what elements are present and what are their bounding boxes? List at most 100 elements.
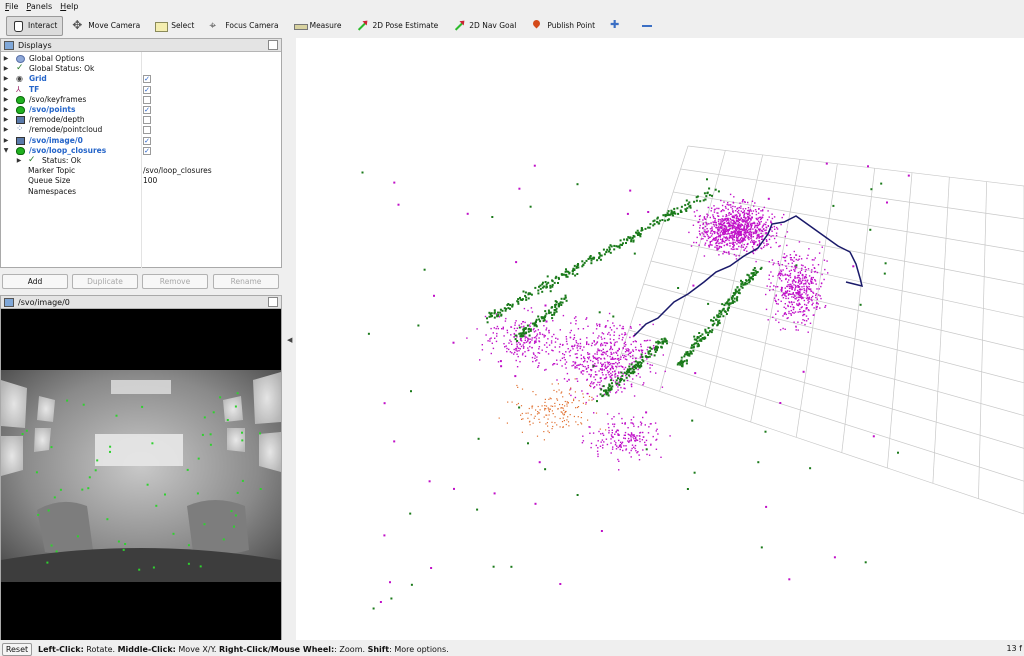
focus-camera-tool-button[interactable]: Focus Camera [203, 16, 284, 36]
publish-point-label: Publish Point [547, 21, 596, 30]
displays-title: Displays [18, 40, 52, 50]
display-row[interactable]: ▶ /svo/points ✓ [1, 105, 281, 115]
display-label: Global Status: Ok [29, 64, 95, 74]
status-key: Shift [367, 644, 390, 654]
display-enable-checkbox[interactable]: ✓ [143, 85, 151, 94]
menu-bar: File Panels Help [0, 0, 1024, 13]
expand-right-icon[interactable]: ▶ [2, 64, 10, 74]
status-key: Left-Click: [38, 644, 84, 654]
property-label: Queue Size [28, 176, 71, 186]
expand-right-icon[interactable]: ▶ [2, 95, 10, 105]
map-pin-icon [531, 20, 543, 32]
duplicate-display-button[interactable]: Duplicate [72, 274, 138, 289]
expand-right-icon[interactable]: ▶ [2, 54, 10, 64]
menu-panels[interactable]: Panels [23, 0, 55, 13]
nav-arrow-icon [453, 20, 465, 32]
marker-icon [16, 95, 25, 104]
add-tool-button[interactable] [604, 16, 632, 36]
display-label: Global Options [29, 54, 85, 63]
expand-right-icon[interactable]: ▶ [2, 74, 10, 84]
property-label: Status: Ok [42, 156, 82, 165]
property-value[interactable]: /svo/loop_closures [143, 166, 212, 176]
display-label: /remode/depth [29, 115, 85, 125]
eye-icon [16, 74, 25, 84]
property-row[interactable]: Queue Size 100 [1, 176, 281, 186]
status-help-text: Left-Click: Rotate. Middle-Click: Move X… [38, 645, 449, 654]
panel-close-button[interactable] [268, 40, 278, 50]
reset-button[interactable]: Reset [2, 642, 32, 656]
status-key: Right-Click/Mouse Wheel: [218, 644, 335, 654]
measure-label: Measure [309, 21, 342, 30]
add-display-button[interactable]: Add [2, 274, 68, 289]
expand-right-icon[interactable]: ▶ [2, 105, 10, 115]
check-icon [16, 63, 25, 73]
image-panel-title: /svo/image/0 [18, 297, 70, 307]
select-label: Select [171, 21, 195, 30]
display-row[interactable]: ▶ /svo/keyframes [1, 95, 281, 105]
publish-point-tool-button[interactable]: Publish Point [525, 16, 601, 36]
monitor-icon [16, 116, 25, 125]
expand-right-icon[interactable]: ▶ [2, 115, 10, 125]
rename-display-button[interactable]: Rename [213, 274, 279, 289]
display-row[interactable]: ▶ TF ✓ [1, 85, 281, 95]
collapse-arrow-icon[interactable]: ◀ [287, 336, 292, 344]
minus-icon [641, 20, 653, 32]
display-enable-checkbox[interactable] [143, 95, 151, 104]
display-enable-checkbox[interactable]: ✓ [143, 146, 151, 155]
property-value[interactable]: 100 [143, 176, 157, 186]
grid-lines [613, 145, 1024, 515]
move-camera-tool-button[interactable]: Move Camera [66, 16, 146, 36]
property-row[interactable]: Namespaces [1, 187, 281, 197]
camera-image-view[interactable] [1, 310, 281, 640]
property-label: Marker Topic [28, 166, 76, 176]
remove-display-button[interactable]: Remove [142, 274, 208, 289]
display-row[interactable]: ▶ /remode/pointcloud [1, 124, 281, 135]
display-enable-checkbox[interactable] [143, 126, 151, 135]
status-bar: Reset Left-Click: Rotate. Middle-Click: … [0, 642, 1024, 656]
display-row[interactable]: ▶ Grid ✓ [1, 74, 281, 84]
display-enable-checkbox[interactable]: ✓ [143, 136, 151, 145]
property-row[interactable]: Marker Topic/svo/loop_closures [1, 166, 281, 176]
display-row[interactable]: ▶ /remode/depth [1, 115, 281, 125]
display-enable-checkbox[interactable] [143, 116, 151, 125]
display-row[interactable]: ▼ /svo/loop_closures ✓ [1, 146, 281, 156]
hand-icon [12, 20, 24, 32]
panel-splitter[interactable]: ◀ [284, 38, 294, 640]
expand-right-icon[interactable]: ▶ [2, 136, 10, 146]
pose-estimate-tool-button[interactable]: 2D Pose Estimate [350, 16, 444, 36]
rviz-window: File Panels Help Interact Move Camera Se… [0, 0, 1024, 656]
measure-icon [293, 20, 308, 32]
measure-tool-button[interactable]: Measure [288, 16, 348, 36]
interact-tool-button[interactable]: Interact [6, 15, 64, 36]
property-row[interactable]: ▶ Status: Ok [1, 155, 281, 166]
monitor-icon [4, 297, 14, 307]
display-enable-checkbox[interactable]: ✓ [143, 106, 151, 114]
marker-icon [16, 146, 25, 155]
expand-down-icon[interactable]: ▼ [2, 146, 10, 156]
display-label: Grid [29, 74, 47, 84]
pose-arrow-icon [356, 20, 368, 32]
status-desc: Rotate. [83, 644, 118, 654]
remove-tool-button[interactable] [635, 16, 663, 36]
tf-icon [16, 85, 25, 95]
expand-right-icon[interactable]: ▶ [15, 156, 23, 166]
display-row[interactable]: ▶ Global Options [1, 54, 281, 64]
select-tool-button[interactable]: Select [149, 16, 200, 36]
expand-right-icon[interactable]: ▶ [2, 85, 10, 95]
pose-estimate-label: 2D Pose Estimate [372, 21, 439, 30]
display-row[interactable]: ▶ /svo/image/0 ✓ [1, 136, 281, 146]
nav-goal-tool-button[interactable]: 2D Nav Goal [447, 16, 522, 36]
plus-icon [610, 18, 622, 32]
menu-help[interactable]: Help [57, 0, 81, 13]
image-panel: /svo/image/0 [0, 295, 282, 640]
display-row[interactable]: ▶ Global Status: Ok [1, 63, 281, 74]
display-label: TF [29, 84, 40, 94]
displays-panel: Displays ▶ Global Options ▶ Global Status: … [0, 38, 282, 268]
panel-close-button[interactable] [268, 297, 278, 307]
3d-render-view[interactable] [296, 38, 1024, 640]
focus-camera-icon [209, 18, 221, 33]
menu-file[interactable]: File [2, 0, 21, 13]
globe-icon [16, 55, 25, 63]
display-enable-checkbox[interactable]: ✓ [143, 75, 151, 84]
expand-right-icon[interactable]: ▶ [2, 125, 10, 135]
